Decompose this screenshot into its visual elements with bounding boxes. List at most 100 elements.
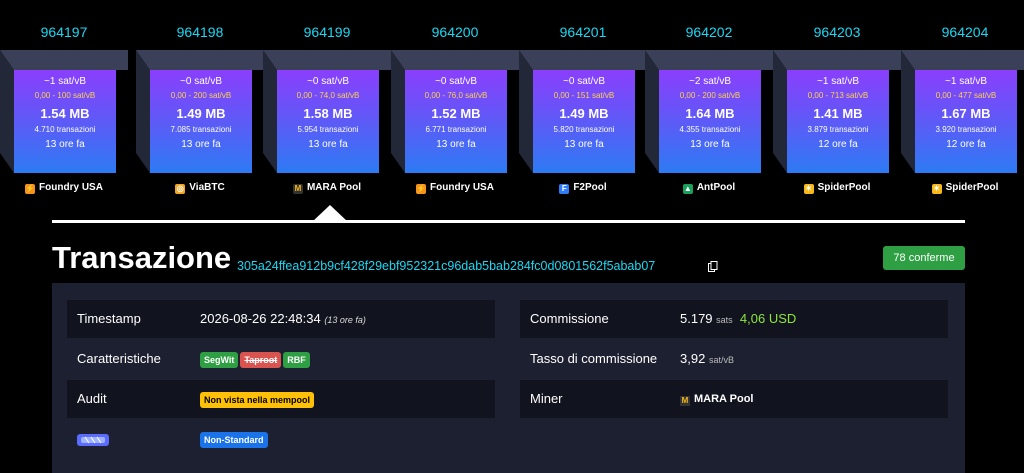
nonstandard-badge[interactable]: Non-Standard <box>200 431 268 448</box>
block-height[interactable]: 964197 <box>0 24 128 40</box>
miner-label: Miner <box>530 391 563 406</box>
block-pool-name: SpiderPool <box>945 182 999 193</box>
block-age: 13 ore fa <box>564 139 604 150</box>
block-cube[interactable]: ~0 sat/vB 0,00 - 151 sat/vB 1.49 MB 5.820 t… <box>519 50 647 173</box>
block-face[interactable]: ~1 sat/vB 0,00 - 100 sat/vB 1.54 MB 4.710 t… <box>14 70 116 173</box>
block-face[interactable]: ~1 sat/vB 0,00 - 477 sat/vB 1.67 MB 3.920 t… <box>915 70 1017 173</box>
fee-sats: 5.179 <box>680 311 713 326</box>
cube-top-face <box>136 50 264 70</box>
timestamp-ago: (13 ore fa) <box>324 315 366 325</box>
features-row: Caratteristiche SegWit Taproot RBF <box>67 340 495 378</box>
block-size: 1.49 MB <box>176 106 226 121</box>
block-size: 1.41 MB <box>813 106 863 121</box>
block-pool[interactable]: ⚡ Foundry USA <box>391 182 519 194</box>
block-cube[interactable]: ~1 sat/vB 0,00 - 100 sat/vB 1.54 MB 4.710 t… <box>0 50 128 173</box>
cube-left-face <box>391 50 405 173</box>
block-height[interactable]: 964199 <box>263 24 391 40</box>
fee-row: Commissione 5.179 sats 4,06 USD <box>520 300 948 338</box>
block-fee: ~1 sat/vB <box>945 76 987 87</box>
block-face[interactable]: ~0 sat/vB 0,00 - 151 sat/vB 1.49 MB 5.820 t… <box>533 70 635 173</box>
block-pool[interactable]: F F2Pool <box>519 182 647 194</box>
features-label: Caratteristiche <box>77 351 161 366</box>
block-pool[interactable]: M MARA Pool <box>263 182 391 194</box>
block-height[interactable]: 964204 <box>901 24 1024 40</box>
block-fee: ~0 sat/vB <box>307 76 349 87</box>
block-size: 1.67 MB <box>941 106 991 121</box>
block-size: 1.58 MB <box>303 106 353 121</box>
fee-usd: 4,06 USD <box>739 311 797 326</box>
features-value: SegWit Taproot RBF <box>200 340 312 378</box>
taproot-badge[interactable]: Taproot <box>240 351 282 368</box>
block-fee-range: 0,00 - 151 sat/vB <box>553 91 615 100</box>
miner-value[interactable]: M MARA Pool <box>680 380 753 418</box>
block-cube[interactable]: ~2 sat/vB 0,00 - 200 sat/vB 1.64 MB 4.355 t… <box>645 50 773 173</box>
block-fee-range: 0,00 - 100 sat/vB <box>34 91 96 100</box>
cube-top-face <box>773 50 901 70</box>
cube-left-face <box>263 50 277 173</box>
block-pool-name: MARA Pool <box>306 182 362 193</box>
block-age: 13 ore fa <box>690 139 730 150</box>
timestamp-date: 2026-08-26 22:48:34 <box>200 311 321 326</box>
block-cube[interactable]: ~0 sat/vB 0,00 - 74,0 sat/vB 1.58 MB 5.954 … <box>263 50 391 173</box>
feerate-number: 3,92 <box>680 351 706 366</box>
block-face[interactable]: ~2 sat/vB 0,00 - 200 sat/vB 1.64 MB 4.355 t… <box>659 70 761 173</box>
cube-left-face <box>773 50 787 173</box>
block-fee: ~1 sat/vB <box>817 76 859 87</box>
block-fee-range: 0,00 - 200 sat/vB <box>170 91 232 100</box>
cube-top-face <box>645 50 773 70</box>
cube-top-face <box>901 50 1024 70</box>
miner-row: Miner M MARA Pool <box>520 380 948 418</box>
segwit-badge[interactable]: SegWit <box>200 351 239 368</box>
block-pool[interactable]: ▲ AntPool <box>645 182 773 194</box>
audit-row: Audit Non vista nella mempool <box>67 380 495 418</box>
fee-label: Commissione <box>530 311 609 326</box>
block-cube[interactable]: ~1 sat/vB 0,00 - 713 sat/vB 1.41 MB 3.879 t… <box>773 50 901 173</box>
block-face[interactable]: ~1 sat/vB 0,00 - 713 sat/vB 1.41 MB 3.879 t… <box>787 70 889 173</box>
copy-icon[interactable] <box>708 261 718 272</box>
cube-left-face <box>901 50 915 173</box>
txid-link[interactable]: 305a24ffea912b9cf428f29ebf952321c96dab5b… <box>237 259 655 273</box>
block-height[interactable]: 964203 <box>773 24 901 40</box>
block-size: 1.54 MB <box>40 106 90 121</box>
block-size: 1.64 MB <box>685 106 735 121</box>
block-height[interactable]: 964202 <box>645 24 773 40</box>
block-cube[interactable]: ~0 sat/vB 0,00 - 76,0 sat/vB 1.52 MB 6.771 … <box>391 50 519 173</box>
block-tx-count: 4.710 transazioni <box>34 125 96 134</box>
rbf-badge[interactable]: RBF <box>283 351 310 368</box>
block-fee-range: 0,00 - 477 sat/vB <box>935 91 997 100</box>
timestamp-label: Timestamp <box>77 311 141 326</box>
mara-icon: M <box>680 396 690 406</box>
block-height[interactable]: 964200 <box>391 24 519 40</box>
block-pool[interactable]: ✶ SpiderPool <box>901 182 1024 194</box>
block-tx-count: 4.355 transazioni <box>679 125 741 134</box>
block-age: 13 ore fa <box>308 139 348 150</box>
block-size: 1.52 MB <box>431 106 481 121</box>
audit-badge[interactable]: Non vista nella mempool <box>200 391 315 408</box>
block-fee: ~0 sat/vB <box>435 76 477 87</box>
timestamp-value: 2026-08-26 22:48:34 (13 ore fa) <box>200 300 366 339</box>
block-height[interactable]: 964198 <box>136 24 264 40</box>
block-age: 12 ore fa <box>946 139 986 150</box>
block-cube[interactable]: ~0 sat/vB 0,00 - 200 sat/vB 1.49 MB 7.085 t… <box>136 50 264 173</box>
feerate-row: Tasso di commissione 3,92 sat/vB <box>520 340 948 378</box>
miner-name: MARA Pool <box>694 393 754 405</box>
block-pool[interactable]: ⚡ Foundry USA <box>0 182 128 194</box>
fee-value: 5.179 sats 4,06 USD <box>680 300 796 339</box>
block-pool[interactable]: ✶ SpiderPool <box>773 182 901 194</box>
page-title: Transazione <box>52 240 232 275</box>
block-fee-range: 0,00 - 74,0 sat/vB <box>296 91 360 100</box>
cube-top-face <box>0 50 128 70</box>
block-face[interactable]: ~0 sat/vB 0,00 - 74,0 sat/vB 1.58 MB 5.954 … <box>277 70 379 173</box>
fee-sats-unit: sats <box>716 315 733 325</box>
block-tx-count: 3.879 transazioni <box>807 125 869 134</box>
block-face[interactable]: ~0 sat/vB 0,00 - 200 sat/vB 1.49 MB 7.085 t… <box>150 70 252 173</box>
spiderpool-icon: ✶ <box>803 184 814 194</box>
block-fee-range: 0,00 - 713 sat/vB <box>807 91 869 100</box>
block-cube[interactable]: ~1 sat/vB 0,00 - 477 sat/vB 1.67 MB 3.920 t… <box>901 50 1024 173</box>
block-pool[interactable]: ◎ ViaBTC <box>136 182 264 194</box>
audit-label: Audit <box>77 391 107 406</box>
block-height[interactable]: 964201 <box>519 24 647 40</box>
block-age: 13 ore fa <box>45 139 85 150</box>
block-face[interactable]: ~0 sat/vB 0,00 - 76,0 sat/vB 1.52 MB 6.771 … <box>405 70 507 173</box>
feerate-label: Tasso di commissione <box>530 351 658 366</box>
